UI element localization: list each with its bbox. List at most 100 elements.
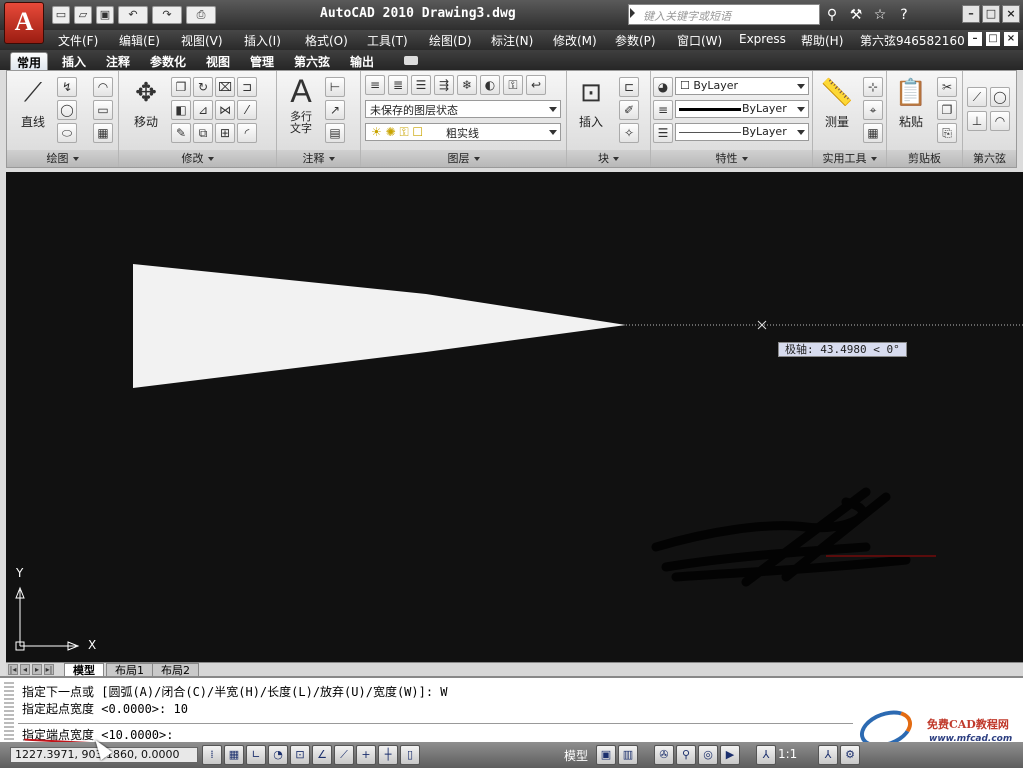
custom-tool-1-icon[interactable]: ⟋	[967, 87, 987, 107]
showmotion-icon[interactable]: ▶	[720, 745, 740, 765]
tab-view[interactable]: 视图	[200, 52, 236, 70]
menu-express[interactable]: Express	[739, 32, 786, 46]
undo-icon[interactable]: ↶	[118, 6, 148, 24]
command-window-grip[interactable]	[4, 682, 14, 742]
linear-dimension-icon[interactable]: ⊢	[325, 77, 345, 97]
tab-layout1[interactable]: 布局1	[106, 663, 153, 677]
mtext-tool-button[interactable]: A 多行 文字	[281, 73, 321, 135]
quick-view-drawings-icon[interactable]: ▥	[618, 745, 638, 765]
annotation-scale-icon[interactable]: ⅄	[756, 745, 776, 765]
grid-mode-icon[interactable]: ▦	[224, 745, 244, 765]
menu-insert[interactable]: 插入(I)	[244, 32, 281, 49]
layer-isolate-icon[interactable]: ☰	[411, 75, 431, 95]
polyline-icon[interactable]: ↯	[57, 77, 77, 97]
cut-icon[interactable]: ✂	[937, 77, 957, 97]
panel-draw-title[interactable]: 绘图	[7, 150, 118, 167]
quick-select-icon[interactable]: ⊹	[863, 77, 883, 97]
help-icon[interactable]: ?	[894, 5, 914, 25]
lightbulb-icon[interactable]: ☀ ✺ ⚿ ☐	[371, 125, 423, 140]
doc-minimize-button[interactable]: –	[968, 32, 982, 46]
hatch-icon[interactable]: ▦	[93, 123, 113, 143]
object-snap-icon[interactable]: ⊡	[290, 745, 310, 765]
restore-button[interactable]: □	[982, 5, 1000, 23]
panel-custom-title[interactable]: 第六弦	[963, 150, 1016, 167]
menu-draw[interactable]: 绘图(D)	[429, 32, 472, 49]
tab-insert[interactable]: 插入	[56, 52, 92, 70]
layer-states-icon[interactable]: ≣	[388, 75, 408, 95]
custom-tool-2-icon[interactable]: ◯	[990, 87, 1010, 107]
menu-edit[interactable]: 编辑(E)	[119, 32, 160, 49]
scale-icon[interactable]: ⋈	[215, 100, 235, 120]
save-icon[interactable]: ▣	[96, 6, 114, 24]
tab-parametric[interactable]: 参数化	[144, 52, 192, 70]
panel-annotate-title[interactable]: 注释	[277, 150, 360, 167]
arc-icon[interactable]: ◠	[93, 77, 113, 97]
panel-block-title[interactable]: 块	[567, 150, 650, 167]
color-wheel-icon[interactable]: ◕	[653, 77, 673, 97]
dynamic-ucs-icon[interactable]: ⟋	[334, 745, 354, 765]
menu-custom[interactable]: 第六弦946582160	[860, 32, 965, 49]
measure-tool-button[interactable]: 📏 测量	[817, 75, 857, 130]
fillet-icon[interactable]: ◜	[237, 123, 257, 143]
minimize-button[interactable]: –	[962, 5, 980, 23]
steering-wheel-icon[interactable]: ✇	[654, 745, 674, 765]
tab-output[interactable]: 输出	[344, 52, 380, 70]
drawing-canvas[interactable]: Y X 极轴: 43.4980 < 0°	[6, 172, 1023, 662]
menu-view[interactable]: 视图(V)	[181, 32, 223, 49]
stretch-icon[interactable]: ⊿	[193, 100, 213, 120]
menu-modify[interactable]: 修改(M)	[553, 32, 597, 49]
linetype-icon[interactable]: ≡	[653, 100, 673, 120]
custom-tool-3-icon[interactable]: ⊥	[967, 111, 987, 131]
layer-state-dropdown[interactable]: 未保存的图层状态	[365, 100, 561, 118]
redo-icon[interactable]: ↷	[152, 6, 182, 24]
move-tool-button[interactable]: ✥ 移动	[125, 75, 167, 130]
model-space-label[interactable]: 模型	[564, 747, 588, 764]
explode-icon[interactable]: ⁄	[237, 100, 257, 120]
annotation-scale-value[interactable]: 1:1	[778, 747, 797, 761]
polar-tracking-icon[interactable]: ◔	[268, 745, 288, 765]
quick-view-layouts-icon[interactable]: ▣	[596, 745, 616, 765]
layer-lock-icon[interactable]: ⚿	[503, 75, 523, 95]
circle-icon[interactable]: ◯	[57, 100, 77, 120]
tab-manage[interactable]: 管理	[244, 52, 280, 70]
workspace-switching-icon[interactable]: ⚙	[840, 745, 860, 765]
menu-file[interactable]: 文件(F)	[58, 32, 98, 49]
previous-tab-icon[interactable]: ◂	[20, 664, 30, 675]
close-button[interactable]: ×	[1002, 5, 1020, 23]
menu-window[interactable]: 窗口(W)	[677, 32, 722, 49]
paste-button[interactable]: 📋 粘贴	[891, 75, 931, 130]
erase-icon[interactable]: ✎	[171, 123, 191, 143]
rectangle-icon[interactable]: ▭	[93, 100, 113, 120]
star-icon[interactable]: ☆	[870, 5, 890, 25]
menu-dimension[interactable]: 标注(N)	[491, 32, 533, 49]
layer-freeze-icon[interactable]: ❄	[457, 75, 477, 95]
doc-restore-button[interactable]: □	[986, 32, 1000, 46]
last-tab-icon[interactable]: ▸|	[44, 664, 54, 675]
snap-mode-icon[interactable]: ⁞	[202, 745, 222, 765]
panel-clipboard-title[interactable]: 剪贴板	[887, 150, 962, 167]
layer-match-icon[interactable]: ⇶	[434, 75, 454, 95]
panel-utilities-title[interactable]: 实用工具	[813, 150, 886, 167]
copy-icon[interactable]: ❐	[171, 77, 191, 97]
open-icon[interactable]: ▱	[74, 6, 92, 24]
array-icon[interactable]: ⊞	[215, 123, 235, 143]
line-tool-button[interactable]: ⟋ 直线	[13, 75, 53, 130]
trim-icon[interactable]: ⌧	[215, 77, 235, 97]
wrench-icon[interactable]: ⚒	[846, 5, 866, 25]
panel-layers-title[interactable]: 图层	[361, 150, 566, 167]
calculator-icon[interactable]: ▦	[863, 123, 883, 143]
copy-clip-icon[interactable]: ❐	[937, 100, 957, 120]
tab-layout2[interactable]: 布局2	[152, 663, 199, 677]
menu-format[interactable]: 格式(O)	[305, 32, 348, 49]
tab-model[interactable]: 模型	[64, 663, 104, 677]
offset-icon[interactable]: ⧉	[193, 123, 213, 143]
dynamic-input-icon[interactable]: +	[356, 745, 376, 765]
tab-annotate[interactable]: 注释	[100, 52, 136, 70]
rotate-icon[interactable]: ↻	[193, 77, 213, 97]
attribute-icon[interactable]: ✧	[619, 123, 639, 143]
ellipse-icon[interactable]: ⬭	[57, 123, 77, 143]
tab-custom[interactable]: 第六弦	[288, 52, 336, 70]
new-icon[interactable]: ▭	[52, 6, 70, 24]
lineweight-icon[interactable]: ☰	[653, 123, 673, 143]
menu-tools[interactable]: 工具(T)	[367, 32, 408, 49]
